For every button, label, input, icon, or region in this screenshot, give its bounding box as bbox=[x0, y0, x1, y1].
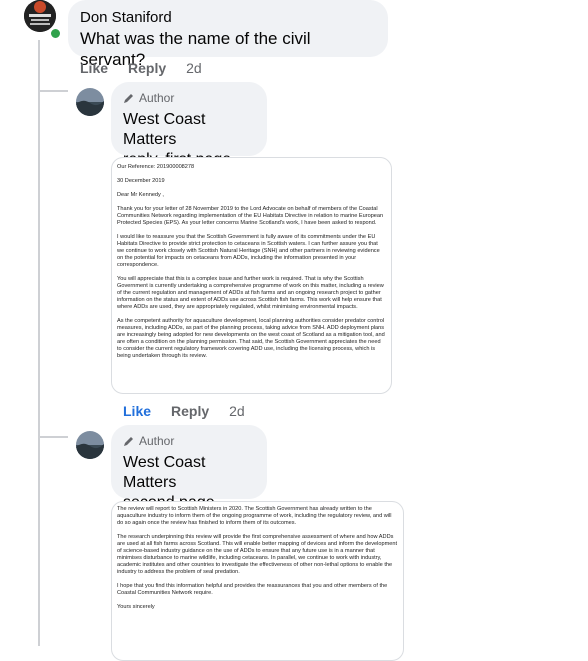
letter-salutation: Dear Mr Kennedy , bbox=[117, 192, 164, 198]
reply-author-name[interactable]: West Coast Matters bbox=[123, 110, 255, 150]
letter-date: 30 December 2019 bbox=[117, 178, 165, 184]
profile-picture-icon bbox=[76, 431, 104, 459]
letter-paragraph: As the competent authority for aquacultu… bbox=[117, 318, 385, 359]
timestamp[interactable]: 2d bbox=[186, 60, 202, 76]
thread-line bbox=[38, 40, 40, 646]
letter-paragraph: You will appreciate that this is a compl… bbox=[117, 276, 384, 310]
letter-paragraph: The review will report to Scottish Minis… bbox=[117, 506, 392, 526]
reply-bubble: Author West Coast Matters reply, first p… bbox=[111, 82, 267, 168]
comment-author-name[interactable]: Don Staniford bbox=[80, 8, 376, 28]
reply-connector bbox=[38, 90, 68, 92]
author-badge-label: Author bbox=[139, 91, 175, 105]
letter-reference: Our Reference: 201900008278 bbox=[117, 164, 195, 170]
avatar[interactable] bbox=[76, 88, 104, 116]
like-button[interactable]: Like bbox=[123, 403, 151, 419]
avatar[interactable] bbox=[76, 431, 104, 459]
reply-button[interactable]: Reply bbox=[171, 403, 209, 419]
reply-connector bbox=[38, 436, 68, 438]
reply-button[interactable]: Reply bbox=[128, 60, 166, 76]
comment-bubble: Don Staniford What was the name of the c… bbox=[68, 0, 388, 69]
author-badge-label: Author bbox=[139, 434, 175, 448]
reply-author-name[interactable]: West Coast Matters bbox=[123, 453, 255, 493]
letter-paragraph: Yours sincerely bbox=[117, 604, 155, 610]
profile-picture-icon bbox=[76, 88, 104, 116]
letter-paragraph: I would like to reassure you that the Sc… bbox=[117, 234, 380, 268]
author-badge: Author bbox=[123, 433, 255, 449]
reply-bubble: Author West Coast Matters second page bbox=[111, 425, 267, 511]
reply-actions: Like Reply 2d bbox=[123, 403, 245, 419]
like-button[interactable]: Like bbox=[80, 60, 108, 76]
letter-image-page-2[interactable]: The review will report to Scottish Minis… bbox=[111, 501, 404, 661]
letter-paragraph: Thank you for your letter of 28 November… bbox=[117, 206, 384, 226]
letter-paragraph: I hope that you find this information he… bbox=[117, 583, 388, 596]
author-badge: Author bbox=[123, 90, 255, 106]
online-status-icon bbox=[49, 27, 62, 40]
pen-icon bbox=[124, 94, 133, 103]
letter-paragraph: The research underpinning this review wi… bbox=[117, 534, 398, 575]
pen-icon bbox=[124, 437, 133, 446]
timestamp[interactable]: 2d bbox=[229, 403, 245, 419]
comment-actions: Like Reply 2d bbox=[80, 60, 202, 76]
letter-image-page-1[interactable]: Our Reference: 201900008278 30 December … bbox=[111, 157, 392, 394]
